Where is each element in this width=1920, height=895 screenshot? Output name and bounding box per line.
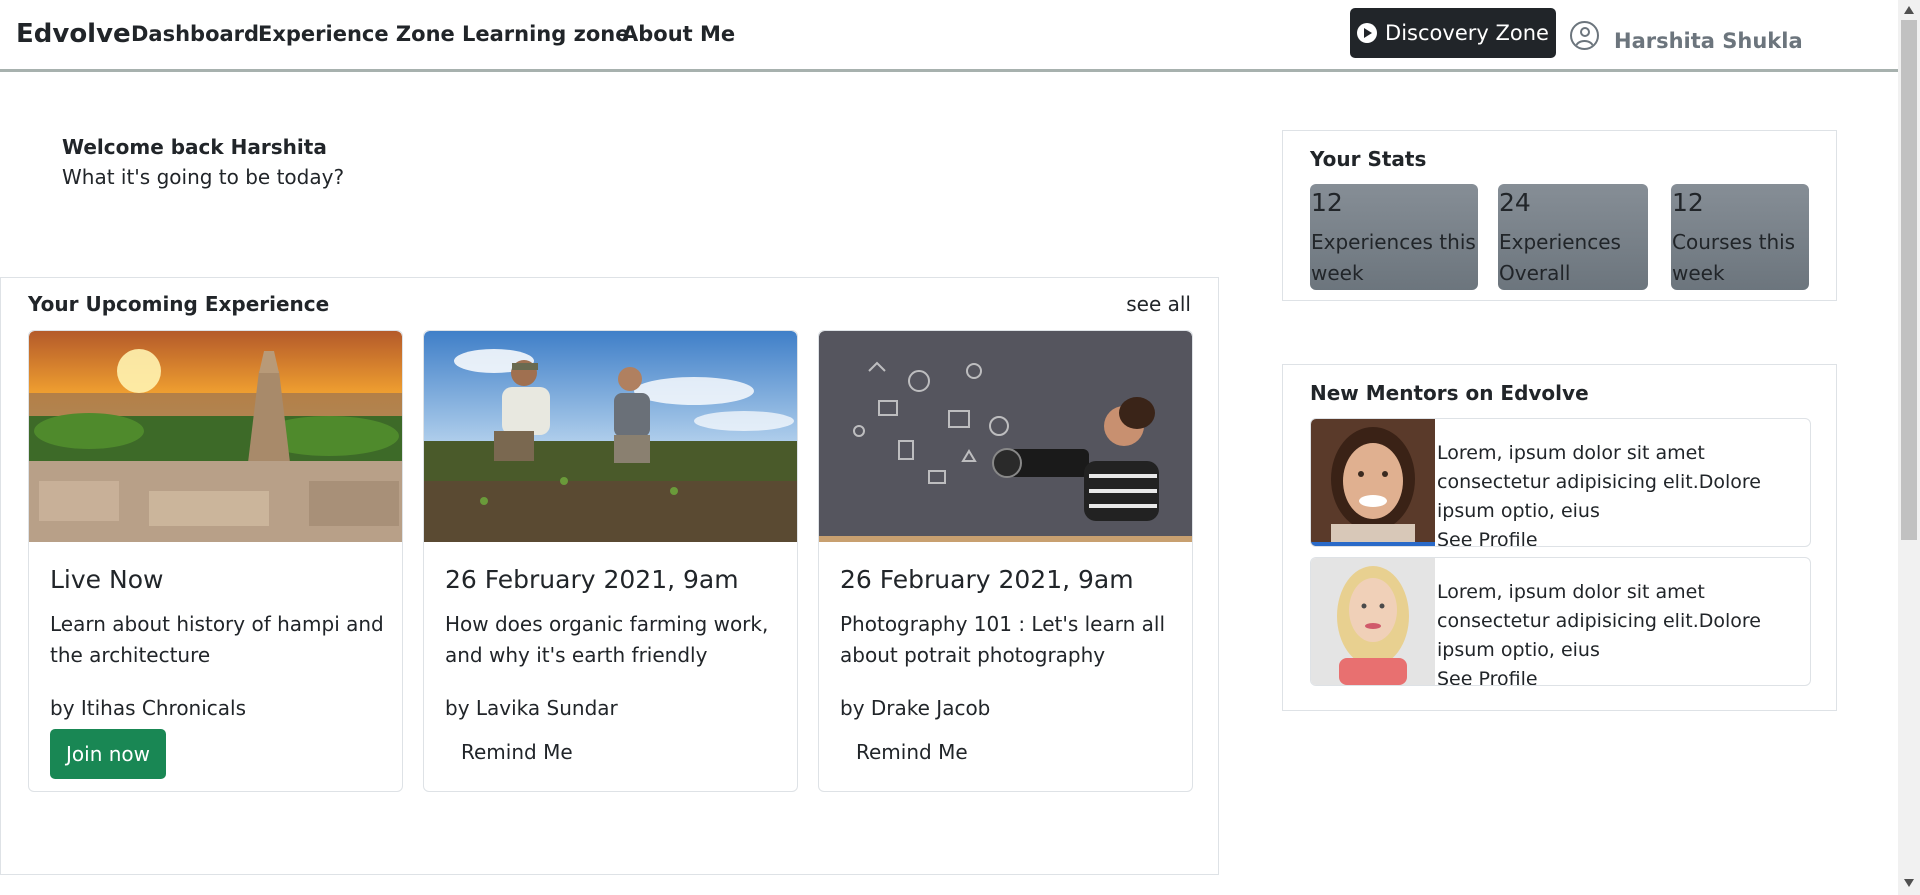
mentor-photo <box>1311 419 1435 546</box>
stat-label: Experiences this week <box>1311 230 1476 285</box>
upcoming-title: Your Upcoming Experience <box>28 292 330 316</box>
stats-title: Your Stats <box>1310 147 1427 171</box>
experience-heading: Live Now <box>50 565 164 594</box>
mentor-bio: Lorem, ipsum dolor sit amet consectetur … <box>1437 442 1761 522</box>
mentor-bio: Lorem, ipsum dolor sit amet consectetur … <box>1437 581 1761 661</box>
stat-experiences-week: 12 Experiences this week <box>1310 184 1478 290</box>
scroll-down-arrow-icon[interactable] <box>1904 879 1914 887</box>
mentors-panel: New Mentors on Edvolve Lorem, ipsum dolo… <box>1282 364 1837 711</box>
stats-panel: Your Stats 12 Experiences this week 24 E… <box>1282 130 1837 301</box>
nav-about-me[interactable]: About Me <box>622 22 735 46</box>
stat-value: 12 <box>1672 188 1704 217</box>
farmers-field-image <box>424 331 797 542</box>
upcoming-experience-section: Your Upcoming Experience see all Live No… <box>0 277 1219 875</box>
navbar: Edvolve Dashboard Experience Zone Learni… <box>0 0 1898 72</box>
mentor-photo <box>1311 558 1435 685</box>
mentor-description: Lorem, ipsum dolor sit amet consectetur … <box>1437 578 1809 685</box>
play-circle-icon <box>1357 23 1378 43</box>
welcome-title: Welcome back Harshita <box>62 135 327 159</box>
brand-logo[interactable]: Edvolve <box>16 19 131 49</box>
mentor-card[interactable]: Lorem, ipsum dolor sit amet consectetur … <box>1310 557 1811 686</box>
page-scrollbar[interactable] <box>1898 0 1920 895</box>
experience-author: by Drake Jacob <box>840 696 991 720</box>
scroll-thumb[interactable] <box>1901 20 1917 540</box>
experience-heading: 26 February 2021, 9am <box>840 565 1134 594</box>
stat-experiences-overall: 24 Experiences Overall <box>1498 184 1648 290</box>
experience-card: 26 February 2021, 9am Photography 101 : … <box>818 330 1193 792</box>
experience-card: Live Now Learn about history of hampi an… <box>28 330 403 792</box>
discovery-zone-button[interactable]: Discovery Zone <box>1350 8 1556 58</box>
remind-me-button[interactable]: Remind Me <box>461 740 573 764</box>
mentor-description: Lorem, ipsum dolor sit amet consectetur … <box>1437 439 1809 546</box>
see-profile-link[interactable]: See Profile <box>1437 526 1809 546</box>
experience-description: How does organic farming work, and why i… <box>445 612 769 667</box>
see-profile-link[interactable]: See Profile <box>1437 665 1809 685</box>
stat-value: 12 <box>1311 188 1343 217</box>
stat-label: Courses this week <box>1672 230 1796 285</box>
experience-author: by Lavika Sundar <box>445 696 618 720</box>
join-now-button[interactable]: Join now <box>50 729 166 779</box>
stat-value: 24 <box>1499 188 1531 217</box>
user-avatar-icon[interactable] <box>1570 21 1599 50</box>
nav-dashboard[interactable]: Dashboard <box>131 22 259 46</box>
scroll-up-arrow-icon[interactable] <box>1904 6 1914 14</box>
discovery-zone-label: Discovery Zone <box>1385 21 1549 45</box>
see-all-link[interactable]: see all <box>1126 292 1191 316</box>
experience-heading: 26 February 2021, 9am <box>445 565 739 594</box>
nav-experience-zone[interactable]: Experience Zone <box>258 22 455 46</box>
experience-description: Learn about history of hampi and the arc… <box>50 612 384 667</box>
experience-card: 26 February 2021, 9am How does organic f… <box>423 330 798 792</box>
remind-me-button[interactable]: Remind Me <box>856 740 968 764</box>
nav-learning-zone[interactable]: Learning zone <box>462 22 629 46</box>
stat-label: Experiences Overall <box>1499 230 1621 285</box>
photographer-image <box>819 331 1192 542</box>
experience-description: Photography 101 : Let's learn all about … <box>840 612 1166 667</box>
stat-courses-week: 12 Courses this week <box>1671 184 1809 290</box>
welcome-subtitle: What it's going to be today? <box>62 165 345 189</box>
mentor-card[interactable]: Lorem, ipsum dolor sit amet consectetur … <box>1310 418 1811 547</box>
user-name[interactable]: Harshita Shukla <box>1614 29 1803 53</box>
experience-author: by Itihas Chronicals <box>50 696 247 720</box>
hampi-temple-image <box>29 331 402 542</box>
mentors-title: New Mentors on Edvolve <box>1310 381 1589 405</box>
